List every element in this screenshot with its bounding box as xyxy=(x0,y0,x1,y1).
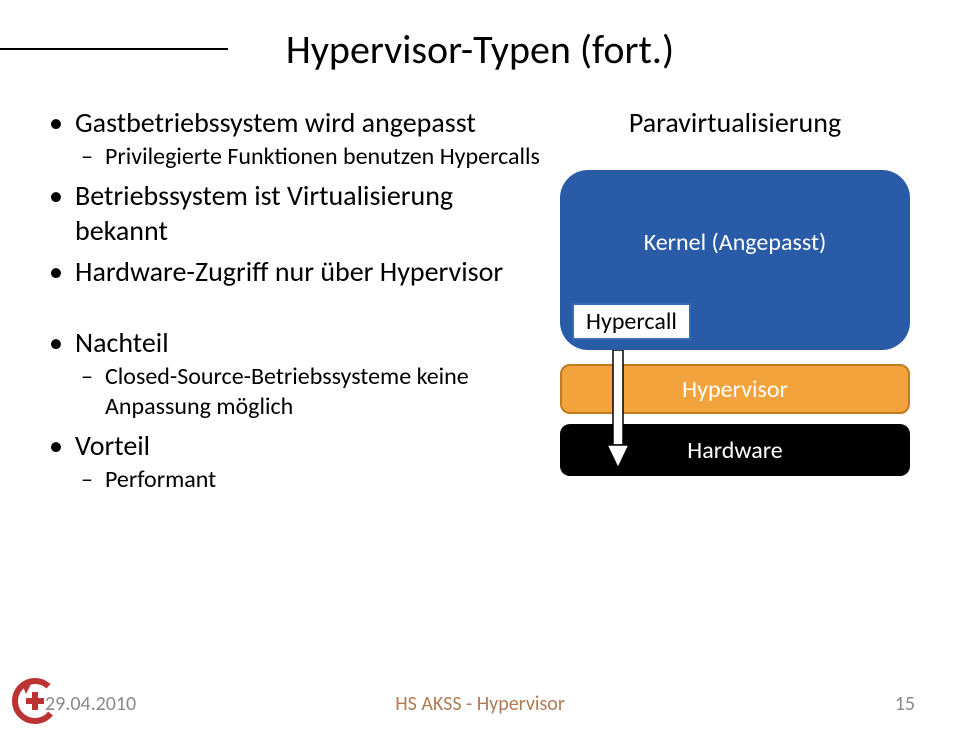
bullet-text: Vorteil xyxy=(75,428,150,463)
footer: 29.04.2010 HS AKSS - Hypervisor 15 xyxy=(45,692,915,716)
footer-center: HS AKSS - Hypervisor xyxy=(45,692,915,716)
bullet-text: Privilegierte Funktionen benutzen Hyperc… xyxy=(105,142,540,171)
bullet-text: Closed-Source-Betriebssysteme keine Anpa… xyxy=(105,362,469,421)
list-item: Performant xyxy=(75,465,545,495)
diagram: Paravirtualisierung Kernel (Angepasst) H… xyxy=(555,105,915,664)
hypercall-box: Hypercall xyxy=(572,303,691,340)
hypervisor-label: Hypervisor xyxy=(682,375,788,404)
bullet-list: Gastbetriebssystem wird angepasst Privil… xyxy=(45,105,545,289)
bullet-text: Betriebssystem ist Virtualisierung bekan… xyxy=(75,178,453,248)
left-column: Gastbetriebssystem wird angepasst Privil… xyxy=(45,105,555,664)
list-item: Vorteil Performant xyxy=(45,428,545,495)
down-arrow-icon xyxy=(607,350,629,470)
list-item: Closed-Source-Betriebssysteme keine Anpa… xyxy=(75,362,545,422)
list-item: Betriebssystem ist Virtualisierung bekan… xyxy=(45,178,545,248)
list-item: Privilegierte Funktionen benutzen Hyperc… xyxy=(75,142,545,172)
list-item: Nachteil Closed-Source-Betriebssysteme k… xyxy=(45,325,545,422)
kernel-box: Kernel (Angepasst) Hypercall xyxy=(560,170,910,350)
bullet-text: Gastbetriebssystem wird angepasst xyxy=(75,105,476,140)
bullet-text: Performant xyxy=(105,465,216,494)
hardware-label: Hardware xyxy=(687,436,782,465)
body: Gastbetriebssystem wird angepasst Privil… xyxy=(45,105,915,664)
bullet-text: Nachteil xyxy=(75,325,169,360)
bullet-text: Hardware-Zugriff nur über Hypervisor xyxy=(75,254,503,289)
diagram-title: Paravirtualisierung xyxy=(555,105,915,140)
list-item: Gastbetriebssystem wird angepasst Privil… xyxy=(45,105,545,172)
kernel-label: Kernel (Angepasst) xyxy=(560,228,910,257)
list-item: Hardware-Zugriff nur über Hypervisor xyxy=(45,254,545,289)
bullet-list: Nachteil Closed-Source-Betriebssysteme k… xyxy=(45,325,545,495)
title-wrap: Hypervisor-Typen (fort.) xyxy=(0,25,960,74)
slide-title: Hypervisor-Typen (fort.) xyxy=(0,25,960,74)
